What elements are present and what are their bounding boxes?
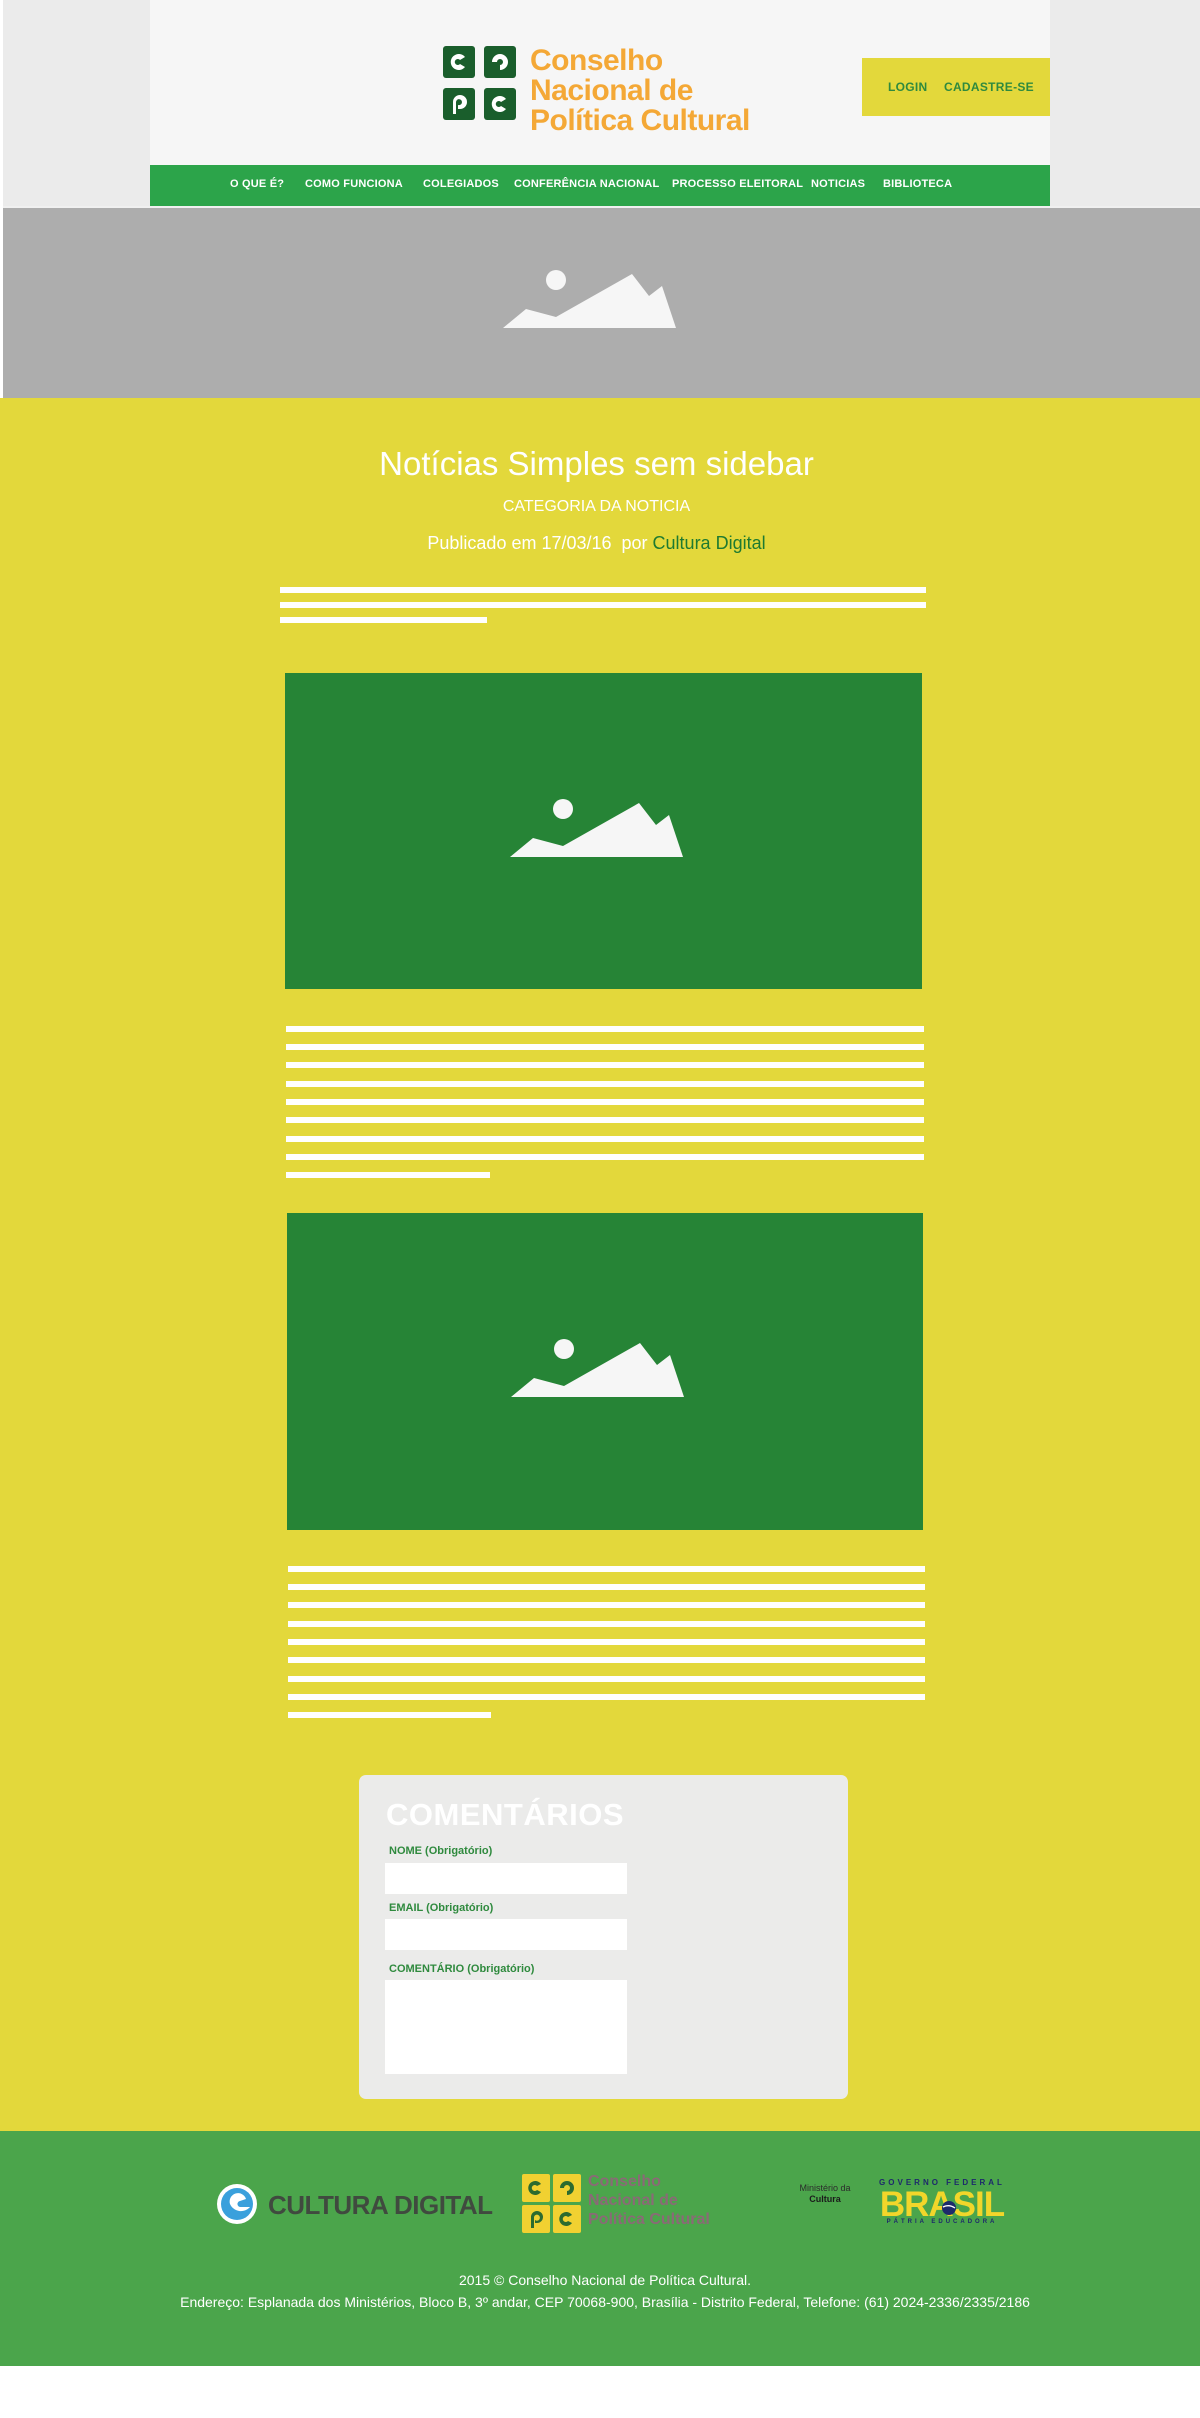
- post-title: Notícias Simples sem sidebar: [379, 445, 814, 482]
- text-line: [288, 1602, 925, 1608]
- text-line: [280, 617, 487, 623]
- login-link[interactable]: LOGIN: [888, 80, 928, 94]
- main-nav: O QUE É? COMO FUNCIONA COLEGIADOS CONFER…: [150, 165, 1050, 206]
- post-image: [287, 1213, 923, 1530]
- minc-line: Cultura: [809, 2194, 841, 2204]
- text-line: [288, 1676, 925, 1682]
- post-image: [285, 673, 922, 989]
- post-meta: Publicado em 17/03/16 por Cultura Digita…: [0, 533, 1193, 554]
- logo-line: Conselho: [530, 44, 663, 77]
- ministerio-cultura-logo[interactable]: Ministério da Cultura: [790, 2183, 860, 2205]
- published-date: Publicado em 17/03/16 por: [427, 533, 653, 553]
- cnpc-line: Conselho: [588, 2173, 661, 2190]
- text-line: [286, 1062, 924, 1068]
- image-placeholder-icon: [503, 270, 676, 328]
- logo-text: Conselho Nacional de Política Cultural: [530, 46, 770, 136]
- cnpc-logo-icon: [522, 2205, 550, 2233]
- text-line: [286, 1136, 924, 1142]
- brasil-bottom-text: PÁTRIA EDUCADORA: [886, 2219, 998, 2225]
- signup-link[interactable]: CADASTRE-SE: [944, 80, 1034, 94]
- site-logo[interactable]: Conselho Nacional de Política Cultural: [443, 46, 763, 136]
- cultura-digital-logo-icon: [217, 2184, 257, 2224]
- governo-federal-logo[interactable]: GOVERNO FEDERAL BRASIL PÁTRIA EDUCADORA: [873, 2178, 1011, 2228]
- comments-form: COMENTÁRIOS NOME (Obrigatório) EMAIL (Ob…: [359, 1775, 848, 2099]
- comments-title: COMENTÁRIOS: [386, 1797, 624, 1832]
- text-line: [288, 1694, 925, 1700]
- cultura-digital-logo[interactable]: CULTURA DIGITAL: [216, 2183, 493, 2227]
- nav-item-noticias[interactable]: NOTICIAS: [811, 178, 865, 190]
- address-text: Endereço: Esplanada dos Ministérios, Blo…: [180, 2294, 1030, 2310]
- hero-banner: [3, 206, 1200, 400]
- text-line: [288, 1657, 925, 1663]
- cnpc-footer-logo[interactable]: Conselho Nacional de Política Cultural: [520, 2172, 720, 2236]
- logo-square-icon: [484, 46, 516, 78]
- text-line: [280, 587, 926, 593]
- nav-item-biblioteca[interactable]: BIBLIOTECA: [883, 178, 952, 190]
- cnpc-line: Nacional de: [588, 2192, 678, 2209]
- nav-item-como-funciona[interactable]: COMO FUNCIONA: [305, 178, 403, 190]
- image-placeholder-icon: [511, 1339, 684, 1397]
- cnpc-line: Política Cultural: [588, 2211, 710, 2228]
- text-line: [288, 1584, 925, 1590]
- text-line: [288, 1621, 925, 1627]
- cnpc-logo-icon: [553, 2174, 581, 2202]
- cnpc-footer-text: Conselho Nacional de Política Cultural: [588, 2172, 710, 2229]
- nav-item-processo-eleitoral[interactable]: PROCESSO ELEITORAL: [672, 178, 803, 190]
- text-line: [286, 1154, 924, 1160]
- email-label: EMAIL (Obrigatório): [389, 1902, 494, 1914]
- text-line: [286, 1099, 924, 1105]
- logo-square-icon: [484, 88, 516, 120]
- text-line: [286, 1117, 924, 1123]
- nav-item-conferencia-nacional[interactable]: CONFERÊNCIA NACIONAL: [514, 178, 659, 190]
- nav-item-colegiados[interactable]: COLEGIADOS: [423, 178, 499, 190]
- logo-line: Nacional de: [530, 74, 693, 107]
- minc-line: Ministério da: [799, 2183, 851, 2193]
- text-line: [286, 1172, 490, 1178]
- text-line: [288, 1566, 925, 1572]
- text-line: [286, 1044, 924, 1050]
- cnpc-logo-icon: [522, 2174, 550, 2202]
- brasil-flag-icon: [942, 2201, 956, 2215]
- name-label: NOME (Obrigatório): [389, 1845, 493, 1857]
- comment-field[interactable]: [385, 1980, 627, 2074]
- email-field[interactable]: [385, 1919, 627, 1950]
- auth-box: LOGIN CADASTRE-SE: [862, 58, 1050, 116]
- nav-item-o-que-e[interactable]: O QUE É?: [230, 178, 284, 190]
- author-link[interactable]: Cultura Digital: [653, 533, 766, 553]
- copyright-text: 2015 © Conselho Nacional de Política Cul…: [458, 2272, 752, 2288]
- comment-label: COMENTÁRIO (Obrigatório): [389, 1963, 535, 1975]
- name-field[interactable]: [385, 1863, 627, 1894]
- footer: [0, 2131, 1200, 2366]
- text-line: [288, 1639, 925, 1645]
- text-line: [286, 1081, 924, 1087]
- image-placeholder-icon: [510, 799, 683, 857]
- post-category[interactable]: CATEGORIA DA NOTICIA: [0, 498, 1193, 516]
- logo-line: Política Cultural: [530, 104, 750, 137]
- cultura-digital-text: CULTURA DIGITAL: [268, 2190, 493, 2220]
- cnpc-logo-icon: [553, 2205, 581, 2233]
- logo-square-icon: [443, 88, 475, 120]
- text-line: [286, 1026, 924, 1032]
- logo-square-icon: [443, 46, 475, 78]
- text-line: [280, 602, 926, 608]
- text-line: [288, 1712, 491, 1718]
